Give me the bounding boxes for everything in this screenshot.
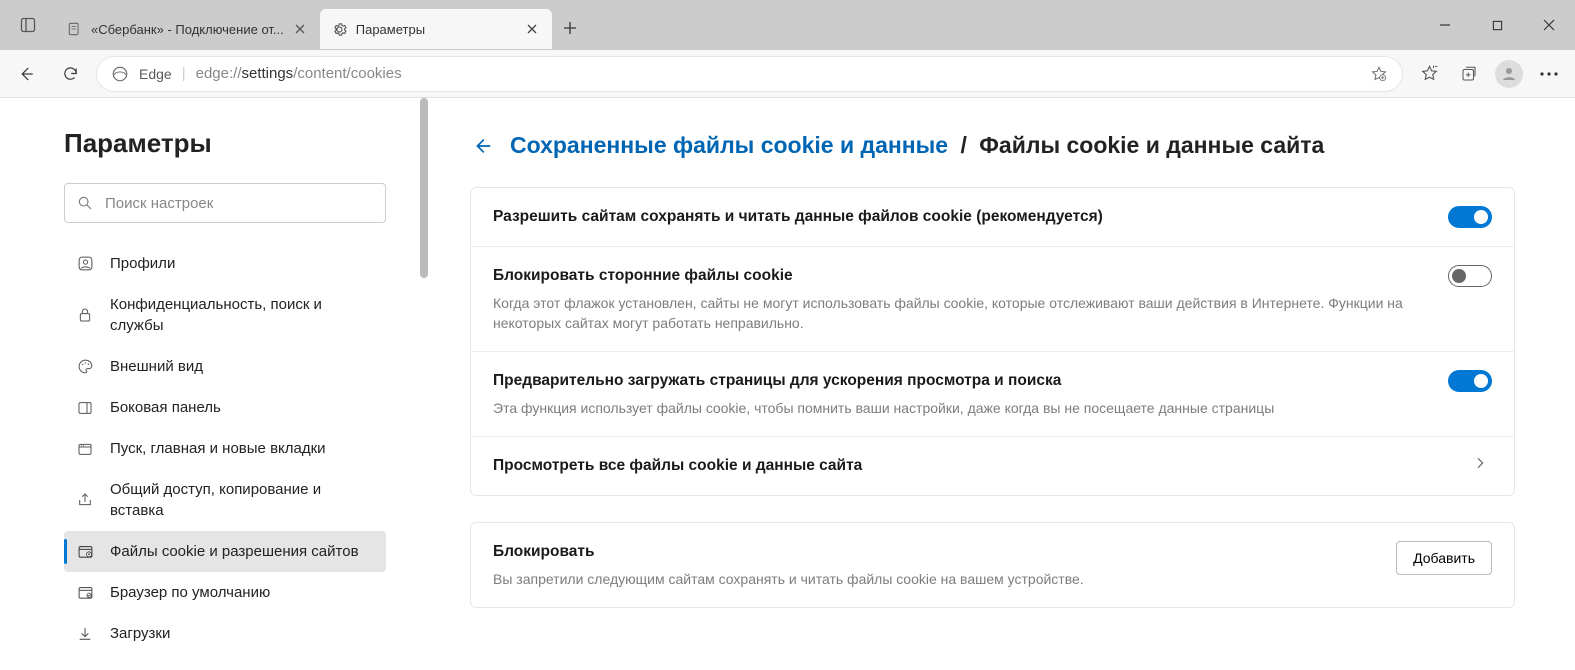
sidebar-item-label: Загрузки — [110, 623, 170, 644]
block-section-desc: Вы запретили следующим сайтам сохранять … — [493, 569, 1376, 589]
row-see-all-cookies[interactable]: Просмотреть все файлы cookie и данные са… — [471, 436, 1514, 495]
sidebar-item-label: Браузер по умолчанию — [110, 582, 270, 603]
sidebar-scrollbar[interactable] — [418, 98, 430, 670]
sidebar-item-label: Файлы cookie и разрешения сайтов — [110, 541, 359, 562]
sidebar-item-appearance[interactable]: Внешний вид — [64, 346, 386, 387]
row-title: Разрешить сайтам сохранять и читать данн… — [493, 206, 1428, 228]
sidebar-item-sidebar[interactable]: Боковая панель — [64, 387, 386, 428]
breadcrumb-current: Файлы cookie и данные сайта — [979, 132, 1324, 158]
download-icon — [76, 625, 94, 643]
sidebar-title: Параметры — [64, 128, 386, 159]
sidebar-icon — [76, 399, 94, 417]
row-title: Предварительно загружать страницы для ус… — [493, 370, 1428, 392]
minimize-button[interactable] — [1419, 5, 1471, 45]
breadcrumb: Сохраненные файлы cookie и данные / Файл… — [470, 132, 1515, 159]
titlebar: «Сбербанк» - Подключение от... Параметры — [0, 0, 1575, 50]
favorites-button[interactable] — [1411, 56, 1447, 92]
collections-button[interactable] — [1451, 56, 1487, 92]
tab-close-icon[interactable] — [292, 21, 308, 37]
address-bar[interactable]: Edge | edge://settings/content/cookies — [96, 56, 1403, 92]
browser-icon — [76, 584, 94, 602]
sidebar-item-profiles[interactable]: Профили — [64, 243, 386, 284]
profile-icon — [76, 255, 94, 273]
refresh-button[interactable] — [52, 56, 88, 92]
row-desc: Когда этот флажок установлен, сайты не м… — [493, 293, 1428, 334]
row-title: Просмотреть все файлы cookie и данные са… — [493, 455, 1452, 477]
search-input[interactable] — [105, 195, 373, 212]
tab-sberbank[interactable]: «Сбербанк» - Подключение от... — [55, 9, 320, 49]
breadcrumb-link[interactable]: Сохраненные файлы cookie и данные — [510, 132, 948, 158]
sidebar-item-share[interactable]: Общий доступ, копирование и вставка — [64, 469, 386, 531]
sidebar-item-label: Профили — [110, 253, 175, 274]
sidebar-item-privacy[interactable]: Конфиденциальность, поиск и службы — [64, 284, 386, 346]
sidebar-item-cookies[interactable]: Файлы cookie и разрешения сайтов — [64, 531, 386, 572]
newtab-icon — [76, 440, 94, 458]
avatar-icon — [1495, 60, 1523, 88]
sidebar-item-label: Общий доступ, копирование и вставка — [110, 479, 374, 521]
row-desc: Эта функция использует файлы cookie, что… — [493, 398, 1428, 418]
edge-icon — [111, 65, 129, 83]
sidebar-item-downloads[interactable]: Загрузки — [64, 613, 386, 654]
search-icon — [77, 195, 93, 211]
sidebar-item-default-browser[interactable]: Браузер по умолчанию — [64, 572, 386, 613]
row-preload-pages: Предварительно загружать страницы для ус… — [471, 351, 1514, 436]
tab-close-icon[interactable] — [524, 21, 540, 37]
cookie-icon — [76, 543, 94, 561]
settings-card: Разрешить сайтам сохранять и читать данн… — [470, 187, 1515, 496]
tab-actions-button[interactable] — [0, 0, 55, 50]
block-section-card: Блокировать Вы запретили следующим сайта… — [470, 522, 1515, 608]
chevron-right-icon — [1472, 455, 1492, 475]
sidebar-item-label: Боковая панель — [110, 397, 221, 418]
sidebar-item-label: Конфиденциальность, поиск и службы — [110, 294, 374, 336]
edge-label: Edge — [139, 66, 172, 82]
toggle-allow-cookies[interactable] — [1448, 206, 1492, 228]
share-icon — [76, 491, 94, 509]
gear-icon — [332, 21, 348, 37]
row-block-thirdparty: Блокировать сторонние файлы cookie Когда… — [471, 246, 1514, 351]
toggle-block-thirdparty[interactable] — [1448, 265, 1492, 287]
row-allow-cookies: Разрешить сайтам сохранять и читать данн… — [471, 188, 1514, 246]
settings-search[interactable] — [64, 183, 386, 223]
block-section-title: Блокировать — [493, 541, 1376, 563]
favorite-star-icon[interactable] — [1370, 65, 1388, 83]
new-tab-button[interactable] — [552, 10, 588, 46]
profile-button[interactable] — [1491, 56, 1527, 92]
tab-settings[interactable]: Параметры — [320, 9, 552, 49]
add-block-button[interactable]: Добавить — [1396, 541, 1492, 575]
content: Параметры Профили Конфиденциальность, по… — [0, 98, 1575, 670]
maximize-button[interactable] — [1471, 5, 1523, 45]
back-button[interactable] — [8, 56, 44, 92]
sidebar-item-label: Пуск, главная и новые вкладки — [110, 438, 326, 459]
page-icon — [67, 21, 83, 37]
close-button[interactable] — [1523, 5, 1575, 45]
palette-icon — [76, 358, 94, 376]
row-title: Блокировать сторонние файлы cookie — [493, 265, 1428, 287]
sidebar-item-label: Внешний вид — [110, 356, 203, 377]
tab-label: «Сбербанк» - Подключение от... — [91, 22, 284, 37]
breadcrumb-back-button[interactable] — [470, 134, 494, 158]
tab-label: Параметры — [356, 22, 516, 37]
row-block-section: Блокировать Вы запретили следующим сайта… — [471, 523, 1514, 607]
toggle-preload-pages[interactable] — [1448, 370, 1492, 392]
toolbar: Edge | edge://settings/content/cookies — [0, 50, 1575, 98]
more-button[interactable] — [1531, 56, 1567, 92]
lock-icon — [76, 306, 94, 324]
main-panel: Сохраненные файлы cookie и данные / Файл… — [430, 98, 1575, 670]
window-controls — [1419, 5, 1575, 45]
sidebar-item-start[interactable]: Пуск, главная и новые вкладки — [64, 428, 386, 469]
sidebar: Параметры Профили Конфиденциальность, по… — [0, 98, 430, 670]
url-text: edge://settings/content/cookies — [196, 65, 402, 82]
